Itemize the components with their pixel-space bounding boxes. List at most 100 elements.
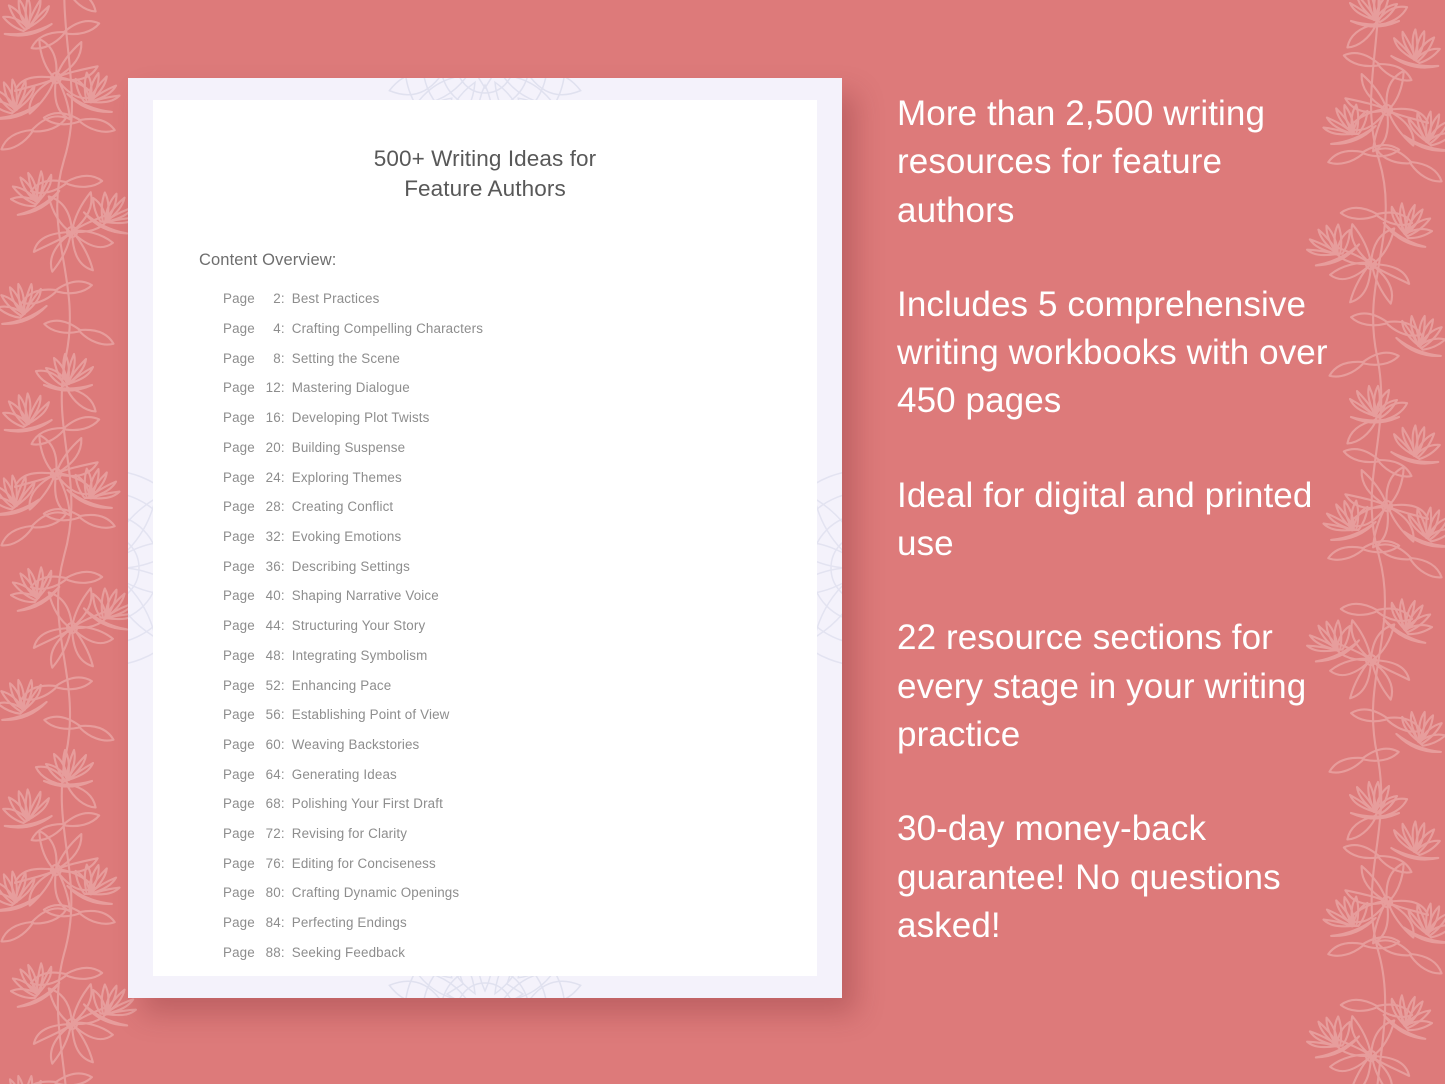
page-title-line-1: 500+ Writing Ideas for: [373, 146, 597, 171]
toc-entry-title: Seeking Feedback: [291, 944, 406, 960]
toc-colon: :: [280, 439, 285, 455]
benefit-item: More than 2,500 writing resources for fe…: [897, 94, 1266, 230]
toc-colon: :: [280, 529, 285, 544]
toc-page-number: 52: [265, 677, 281, 693]
toc-page-number: 12: [265, 380, 281, 396]
toc-colon: :: [280, 647, 285, 663]
toc-colon: :: [280, 558, 285, 574]
toc-entry-title: Evoking Emotions: [291, 529, 402, 544]
toc-page-word: Page: [223, 380, 255, 396]
toc-page-number: 36: [265, 558, 281, 574]
toc-page-word: Page: [223, 410, 255, 426]
toc-colon: :: [280, 291, 285, 307]
toc-entry-title: Developing Plot Twists: [291, 410, 430, 426]
toc-colon: :: [280, 618, 285, 634]
toc-row: Page 2: Best Practices: [223, 291, 817, 307]
toc-row: Page 56: Establishing Point of View: [223, 707, 817, 723]
toc-row: Page 36: Describing Settings: [223, 558, 817, 574]
toc-entry-title: Setting the Scene: [291, 350, 401, 366]
toc-entry-title: Structuring Your Story: [291, 618, 426, 634]
toc-page-word: Page: [223, 885, 255, 901]
benefit-item: 22 resource sections for every stage in …: [897, 618, 1307, 754]
toc-entry-title: Mastering Dialogue: [291, 380, 410, 396]
page-title-line-2: Feature Authors: [404, 175, 566, 201]
toc-page-word: Page: [223, 647, 255, 663]
toc-page-word: Page: [223, 766, 255, 782]
promo-page: 500+ Writing Ideas for Feature Authors C…: [0, 0, 1445, 1084]
toc-page-number: 84: [265, 915, 281, 931]
toc-row: Page 16: Developing Plot Twists: [223, 410, 817, 426]
toc-row: Page 12: Mastering Dialogue: [223, 380, 817, 396]
toc-entry-title: Perfecting Endings: [291, 915, 407, 931]
toc-page-word: Page: [223, 529, 255, 544]
toc-page-number: 76: [265, 855, 281, 871]
toc-page-word: Page: [223, 796, 255, 812]
toc-colon: :: [280, 855, 285, 871]
toc-colon: :: [280, 380, 285, 396]
toc-page-number: 28: [265, 499, 281, 515]
toc-colon: :: [280, 410, 285, 426]
benefit-item: Includes 5 comprehensive writing workboo…: [897, 284, 1328, 421]
toc-colon: :: [280, 677, 285, 693]
document-sheet: 500+ Writing Ideas for Feature Authors C…: [153, 100, 817, 976]
toc-page-number: 48: [265, 647, 281, 663]
toc-row: Page 88: Seeking Feedback: [223, 944, 817, 960]
toc-page-word: Page: [223, 826, 255, 842]
toc-page-number: 56: [265, 707, 281, 723]
toc-page-word: Page: [223, 439, 255, 455]
benefit-item: 30-day money-back guarantee! No question…: [897, 809, 1281, 945]
toc-entry-title: Polishing Your First Draft: [291, 796, 444, 812]
toc-entry-title: Editing for Conciseness: [291, 855, 436, 871]
toc-entry-title: Exploring Themes: [291, 469, 402, 485]
toc-row: Page 64: Generating Ideas: [223, 766, 817, 782]
toc-entry-title: Integrating Symbolism: [291, 647, 428, 663]
toc-page-word: Page: [223, 588, 255, 604]
toc-row: Page 24: Exploring Themes: [223, 469, 817, 485]
toc-entry-title: Creating Conflict: [291, 499, 394, 515]
toc-colon: :: [280, 915, 285, 931]
toc-page-number: 32: [265, 529, 281, 544]
toc-page-number: 64: [265, 766, 281, 782]
toc-colon: :: [280, 796, 285, 812]
toc-row: Page 20: Building Suspense: [223, 439, 817, 455]
toc-entry-title: Revising for Clarity: [291, 826, 408, 842]
toc-page-number: 44: [265, 618, 281, 634]
content-overview-label: Content Overview:: [199, 251, 337, 270]
toc-entry-title: Crafting Compelling Characters: [291, 321, 484, 337]
toc-page-word: Page: [223, 736, 255, 752]
floral-vine-icon: [0, 0, 143, 1084]
toc-colon: :: [280, 499, 285, 515]
toc-page-number: 60: [265, 736, 281, 752]
toc-entry-title: Generating Ideas: [291, 766, 397, 782]
toc-colon: :: [280, 588, 285, 604]
toc-colon: :: [280, 826, 285, 842]
toc-row: Page 4: Crafting Compelling Characters: [223, 321, 817, 337]
toc-page-number: 4: [273, 321, 281, 337]
toc-page-number: 8: [273, 350, 281, 366]
toc-entry-title: Establishing Point of View: [291, 707, 450, 723]
toc-colon: :: [280, 350, 285, 366]
toc-row: Page 68: Polishing Your First Draft: [223, 796, 817, 812]
toc-entry-title: Best Practices: [291, 291, 380, 307]
toc-page-number: 20: [265, 439, 281, 455]
toc-entry-title: Shaping Narrative Voice: [291, 588, 439, 604]
toc-row: Page 44: Structuring Your Story: [223, 618, 817, 634]
toc-entry-title: Building Suspense: [291, 439, 406, 455]
toc-entry-title: Weaving Backstories: [291, 736, 420, 752]
toc-colon: :: [280, 885, 285, 901]
toc-page-word: Page: [223, 915, 255, 931]
toc-page-word: Page: [223, 499, 255, 515]
toc-page-word: Page: [223, 677, 255, 693]
toc-row: Page 32: Evoking Emotions: [223, 529, 817, 544]
toc-row: Page 28: Creating Conflict: [223, 499, 817, 515]
toc-colon: :: [280, 766, 285, 782]
toc-colon: :: [280, 321, 285, 337]
toc-entry-title: Crafting Dynamic Openings: [291, 885, 460, 901]
toc-page-number: 40: [265, 588, 281, 604]
toc-page-number: 80: [265, 885, 281, 901]
toc-page-number: 72: [265, 826, 281, 842]
table-of-contents: Page 2: Best Practices Page 4: Crafting Compe…: [153, 270, 817, 976]
benefit-item: Ideal for digital and printed use: [897, 475, 1313, 564]
toc-page-word: Page: [223, 618, 255, 634]
toc-page-number: 24: [265, 469, 281, 485]
